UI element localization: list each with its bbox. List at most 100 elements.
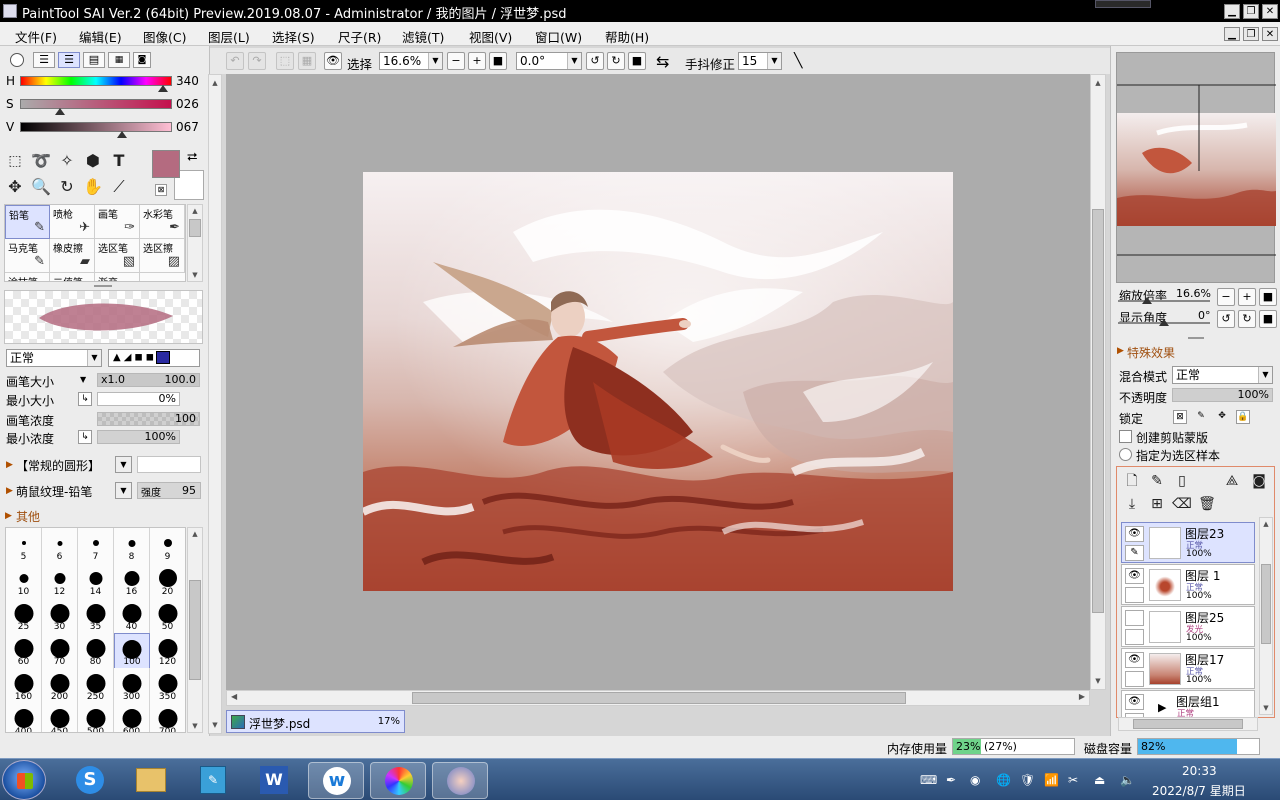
rotation-select[interactable]: 0.0° ▼ xyxy=(516,52,582,70)
swatches-icon[interactable]: ▦ xyxy=(108,52,130,68)
panel-splitter[interactable] xyxy=(94,285,112,287)
taskbar-clock-date[interactable]: 2022/8/7 星期日 xyxy=(1152,782,1246,799)
effects-expand-icon[interactable]: ▶ xyxy=(1117,346,1124,356)
menu-file[interactable]: 文件(F) xyxy=(15,27,57,46)
brush-tool-item[interactable]: 二值笔 xyxy=(50,273,95,281)
start-button[interactable] xyxy=(2,760,46,800)
hsv-slider-icon[interactable]: ☰ xyxy=(58,52,80,68)
stabilizer-select[interactable]: 15 ▼ xyxy=(738,52,782,70)
rotate-right-button[interactable]: ↻ xyxy=(607,52,625,70)
right-panel-splitter[interactable] xyxy=(1188,337,1204,339)
brush-size-cell[interactable]: 6 xyxy=(42,528,78,564)
navigator-preview[interactable] xyxy=(1116,52,1276,283)
delete-layer-icon[interactable]: 🗑 xyxy=(1196,493,1218,515)
brush-size-cell[interactable]: 7 xyxy=(78,528,114,564)
layer-edit-toggle[interactable] xyxy=(1125,671,1144,687)
brush-size-cell[interactable]: 14 xyxy=(78,563,114,599)
tray-tool-icon[interactable]: ✂ xyxy=(1068,773,1078,787)
taskbar-word-icon[interactable]: W xyxy=(246,762,302,799)
brush-size-cell[interactable]: 40 xyxy=(114,598,150,634)
min-size-link-icon[interactable]: ↳ xyxy=(78,392,92,406)
zoom-select[interactable]: 16.6% ▼ xyxy=(379,52,443,70)
navigator-rotate-left-button[interactable]: ↺ xyxy=(1217,310,1235,328)
brush-shape-strength[interactable] xyxy=(137,456,201,473)
other-expand-icon[interactable]: ▶ xyxy=(5,511,12,521)
brush-size-cell[interactable]: 100 xyxy=(114,633,150,669)
brush-size-cell[interactable]: 10 xyxy=(6,563,42,599)
taskbar-explorer-icon[interactable] xyxy=(122,762,178,799)
rotate-left-button[interactable]: ↺ xyxy=(586,52,604,70)
layer-row[interactable]: 图层25 发光 100% xyxy=(1121,606,1255,647)
lock-move-icon[interactable]: ✥ xyxy=(1215,410,1229,424)
navigator-zoom-in-button[interactable]: + xyxy=(1238,288,1256,306)
brush-tool-item[interactable]: 渐变 xyxy=(95,273,140,281)
minimize-button[interactable]: ▁ xyxy=(1224,4,1240,19)
zoom-out-button[interactable]: − xyxy=(447,52,465,70)
brush-tool-item[interactable]: 橡皮擦 ▰ xyxy=(50,239,95,273)
menu-ruler[interactable]: 尺子(R) xyxy=(338,27,381,46)
layer-blend-select[interactable]: 正常 ▼ xyxy=(1172,366,1273,384)
hue-slider-handle[interactable] xyxy=(158,85,169,92)
brush-size-cell[interactable]: 5 xyxy=(6,528,42,564)
new-layer-icon[interactable]: 🗋 xyxy=(1121,470,1143,492)
layer-row[interactable]: 👁 图层 1 正常 100% xyxy=(1121,564,1255,605)
flip-horizontal-icon[interactable]: ⇆ xyxy=(656,52,669,71)
brush-size-cell[interactable]: 25 xyxy=(6,598,42,634)
menu-filter[interactable]: 滤镜(T) xyxy=(402,27,444,46)
brush-size-cell[interactable]: 250 xyxy=(78,668,114,704)
rotate-icon[interactable]: ↻ xyxy=(56,176,78,198)
brush-size-cell[interactable]: 30 xyxy=(42,598,78,634)
taskbar-app-w-icon[interactable]: w xyxy=(308,762,364,799)
menu-edit[interactable]: 编辑(E) xyxy=(79,27,122,46)
restore-button[interactable]: ❐ xyxy=(1243,4,1259,19)
primary-color-swatch[interactable] xyxy=(152,150,180,178)
tray-pen-icon[interactable]: ✒ xyxy=(946,773,956,787)
straight-line-icon[interactable]: ╲ xyxy=(794,53,802,69)
navigator-rotate-reset-button[interactable]: ■ xyxy=(1259,310,1277,328)
texture-strength-slider[interactable]: 强度 95 xyxy=(137,482,201,499)
eyedropper-icon[interactable]: ⟋ xyxy=(108,176,130,198)
layer-edit-toggle[interactable]: ✎ xyxy=(1125,545,1144,561)
duplicate-layer-icon[interactable]: ⊞ xyxy=(1146,493,1168,515)
zoom-in-button[interactable]: + xyxy=(468,52,486,70)
brush-size-cell[interactable]: 400 xyxy=(6,703,42,732)
value-slider-handle[interactable] xyxy=(116,131,127,138)
clear-layer-icon[interactable]: ⌫ xyxy=(1171,493,1193,515)
texture-expand-icon[interactable]: ▶ xyxy=(6,486,13,496)
doc-restore-button[interactable]: ❐ xyxy=(1243,27,1259,41)
rotate-reset-button[interactable]: ■ xyxy=(628,52,646,70)
document-tab[interactable]: 浮世梦.psd 17% xyxy=(226,710,405,733)
zoom-reset-button[interactable]: ■ xyxy=(489,52,507,70)
navigator-zoom-reset-button[interactable]: ■ xyxy=(1259,288,1277,306)
brush-size-cell[interactable]: 350 xyxy=(150,668,185,704)
canvas-vertical-scrollbar[interactable]: ▲ ▼ xyxy=(1090,74,1106,690)
size-dropdown-icon[interactable]: ▼ xyxy=(80,375,86,384)
brush-size-slider[interactable]: x1.0 100.0 xyxy=(97,373,200,387)
left-panel-scrollbar[interactable]: ▲ ▼ xyxy=(208,74,222,734)
brush-tip-shapes[interactable]: ▲◢◼◼■ xyxy=(108,349,200,367)
palette-icon[interactable]: ▤ xyxy=(83,52,105,68)
brush-size-cell[interactable]: 600 xyxy=(114,703,150,732)
brush-density-slider[interactable]: 100 xyxy=(97,412,200,426)
taskbar-sai-icon[interactable] xyxy=(432,762,488,799)
layer-row[interactable]: 👁 ✎ 图层23 正常 100% xyxy=(1121,522,1255,563)
canvas-horizontal-scrollbar[interactable]: ◀ ▶ xyxy=(226,690,1090,706)
brush-tool-item[interactable]: 画笔 ✑ xyxy=(95,205,140,239)
menu-image[interactable]: 图像(C) xyxy=(143,27,186,46)
doc-close-button[interactable]: ✕ xyxy=(1262,27,1278,41)
brush-size-cell[interactable]: 160 xyxy=(6,668,42,704)
brush-size-cell[interactable]: 35 xyxy=(78,598,114,634)
redo-button[interactable]: ↷ xyxy=(248,52,266,70)
value-slider[interactable] xyxy=(20,122,172,132)
artwork-canvas[interactable] xyxy=(363,172,953,591)
brush-size-cell[interactable]: 8 xyxy=(114,528,150,564)
brush-size-cell[interactable]: 16 xyxy=(114,563,150,599)
min-density-slider[interactable]: 100% xyxy=(97,430,180,444)
layer-visibility-eye-icon[interactable]: 👁 xyxy=(1125,568,1144,584)
navigator-rotate-right-button[interactable]: ↻ xyxy=(1238,310,1256,328)
brush-texture-dropdown[interactable]: ▼ xyxy=(115,482,132,499)
scratchpad-icon[interactable]: ◙ xyxy=(133,52,151,68)
tray-volume-icon[interactable]: 🔈 xyxy=(1120,773,1135,787)
brush-tool-item[interactable]: 涂抹笔 xyxy=(5,273,50,281)
tray-shield-icon[interactable]: 🛡 xyxy=(1020,773,1035,787)
